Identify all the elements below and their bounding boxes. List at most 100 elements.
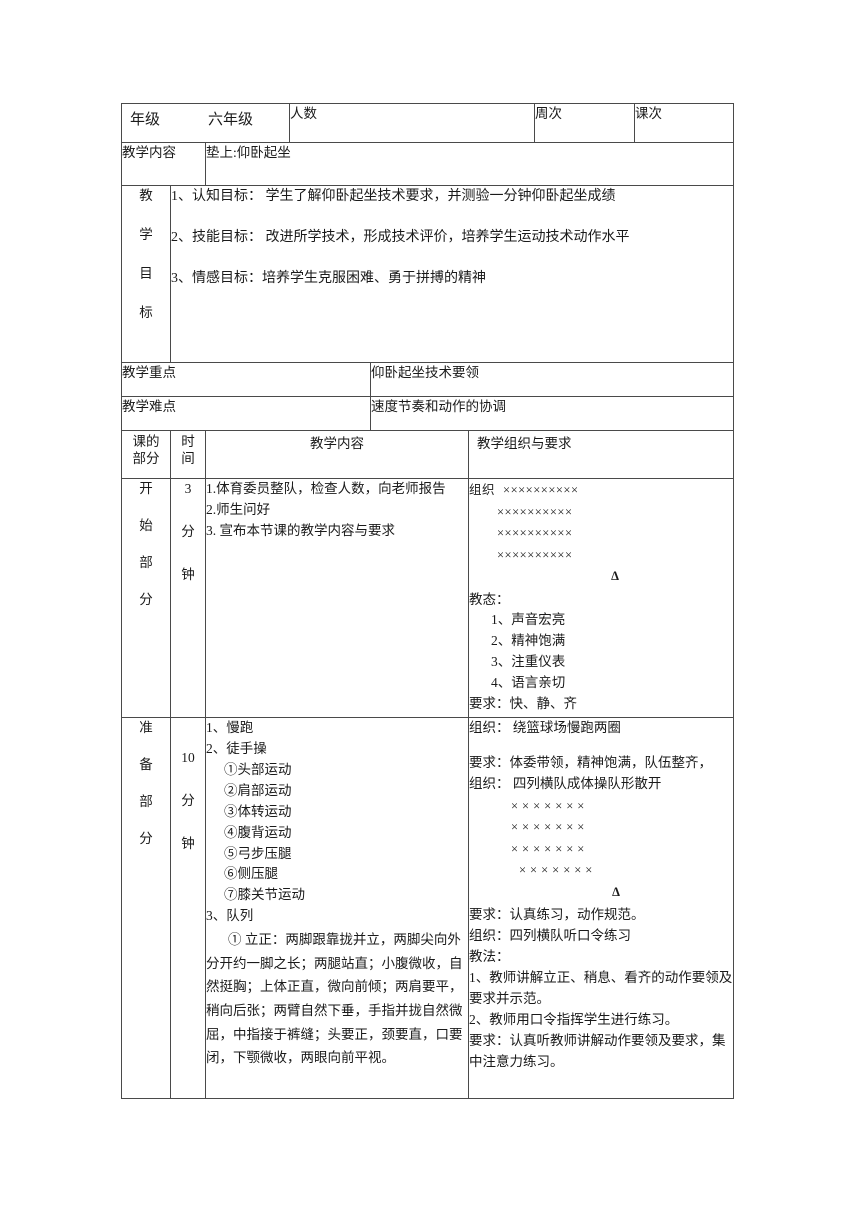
exercise-item: ④腹背运动 [224,824,292,840]
section-organization-prep: 组织： 绕篮球场慢跑两圈 要求：体委带领，精神饱满，队伍整齐， 组织： 四列横队… [467,717,735,1099]
section-name-char: 始 [139,517,153,533]
section-content-prep: 1、慢跑 2、徒手操 ①头部运动 ②肩部运动 ③体转运动 ④腹背运动 ⑤弓步压腿… [205,717,469,1099]
teaching-goals-row: 教 学 目 标 1、认知目标： 学生了解仰卧起坐技术要求，并测验一分钟仰卧起坐成… [121,185,735,363]
goals-list: 1、认知目标： 学生了解仰卧起坐技术要求，并测验一分钟仰卧起坐成绩 2、技能目标… [169,185,735,363]
organization-line: 组织： 四列横队成体操队形散开 [469,775,662,791]
requirement-line: 要求：认真听教师讲解动作要领及要求，集中注意力练习。 [469,1032,726,1069]
exercise-item: ②肩部运动 [224,782,292,798]
formation-row: ××××××× [511,820,589,835]
column-header-part-line2: 部分 [132,450,160,466]
exercise-item: ⑦膝关节运动 [224,887,305,903]
formation-diagram-begin: 组织 ×××××××××× ×××××××××× ×××××××××× ×××××… [469,480,733,588]
attitude-item: 1、声音宏亮 [491,612,566,628]
column-header-organization: 教学组织与要求 [467,430,735,479]
section-name-char: 备 [139,756,153,772]
attitude-item: 3、注重仪表 [491,654,566,670]
column-header-part-line1: 课的 [132,434,160,449]
section-time-char: 分 [181,792,195,808]
key-point-row: 教学重点 仰卧起坐技术要领 [121,362,735,397]
section-name-char: 部 [139,554,153,570]
attitude-label: 教态： [469,591,510,607]
student-count-label: 人数 [290,106,317,121]
goals-label-char-2: 目 [139,265,153,281]
formation-row: ×××××××××× [497,547,573,562]
section-time-char: 10 [181,750,195,765]
organization-line: 组织： 绕篮球场慢跑两圈 [469,720,621,735]
formation-diagram-prep: ××××××× ××××××× ××××××× ××××××× Δ [469,796,733,904]
formation-row: ××××××× [511,841,589,856]
attitude-item: 2、精神饱满 [491,633,566,649]
method-label: 教法： [469,949,510,965]
exercise-item: ⑤弓步压腿 [224,845,292,861]
document-page: 年级 六年级 人数 周次 课次 教学内容 垫上:仰卧起坐 教 学 目 标 1、认… [0,0,860,1216]
week-cell: 周次 [534,103,636,143]
section-name-char: 分 [139,591,153,607]
goals-label-char-3: 标 [139,304,153,320]
exercise-item: ⑥侧压腿 [224,866,278,882]
section-content-begin: 1.体育委员整队，检查人数，向老师报告 2.师生问好 3. 宣布本节课的教学内容… [205,478,469,718]
exercise-item: ①头部运动 [224,761,292,777]
teacher-position-marker: Δ [611,569,619,583]
section-name-char: 开 [139,481,153,496]
formation-row: 组织 ×××××××××× [469,480,733,502]
column-header-teaching-content: 教学内容 [205,430,469,479]
requirement-line: 要求：认真练习，动作规范。 [469,907,645,923]
teacher-position-marker: Δ [612,884,620,899]
difficulty-value: 速度节奏和动作的协调 [369,396,735,431]
formation-row: ××××××× [511,798,589,813]
lesson-plan-table: 年级 六年级 人数 周次 课次 教学内容 垫上:仰卧起坐 教 学 目 标 1、认… [121,103,735,1099]
grade-value: 六年级 [208,112,254,128]
goal-item: 1、认知目标： 学生了解仰卧起坐技术要求，并测验一分钟仰卧起坐成绩 [171,189,616,204]
formation-row: ××××××× [519,863,597,878]
formation-marks: ×××××××××× [503,483,579,497]
section-name-prep: 准 备 部 分 [121,717,171,1099]
exercise-item: ③体转运动 [224,803,292,819]
section-organization-begin: 组织 ×××××××××× ×××××××××× ×××××××××× ×××××… [467,478,735,718]
requirement-line: 要求：快、静、齐 [469,696,577,712]
method-item: 1、教师讲解立正、稍息、看齐的动作要领及要求并示范。 [469,970,733,1006]
key-point-label: 教学重点 [121,362,371,397]
attitude-item: 4、语言亲切 [491,675,566,691]
requirement-line: 要求：体委带领，精神饱满，队伍整齐， [469,754,712,770]
drill-paragraph: ① 立正：两脚跟靠拢并立，两脚尖向外分开约一脚之长；两腿站直；小腹微收，自然挺胸… [206,932,463,1066]
content-line: 3. 宣布本节课的教学内容与要求 [206,522,395,538]
student-count-cell: 人数 [288,103,536,143]
goal-item: 3、情感目标：培养学生克服困难、勇于拼搏的精神 [171,271,486,286]
goals-label-char-0: 教 [139,188,153,203]
section-time-char: 钟 [181,835,195,851]
section-column-header-row: 课的 部分 时 间 教学内容 教学组织与要求 [121,430,735,479]
section-time-char: 钟 [181,566,195,582]
content-line: 1、慢跑 [206,720,254,735]
formation-label: 组织 [469,483,496,497]
formation-row: ×××××××××× [497,526,573,540]
teaching-content-row: 教学内容 垫上:仰卧起坐 [121,142,735,186]
grade-label: 年级 [130,112,161,128]
organization-line: 组织：四列横队听口令练习 [469,928,631,944]
content-line: 1.体育委员整队，检查人数，向老师报告 [206,481,446,496]
teaching-content-label: 教学内容 [121,142,206,186]
goal-item: 2、技能目标： 改进所学技术，形成技术评价，培养学生运动技术动作水平 [171,230,630,245]
week-label: 周次 [535,106,563,121]
column-header-time-line1: 时 [181,434,195,449]
header-row: 年级 六年级 人数 周次 课次 [121,103,735,143]
drill-heading: 3、队列 [206,908,254,924]
section-name-char: 部 [139,793,153,809]
teaching-content-value: 垫上:仰卧起坐 [204,142,735,186]
section-time-begin: 3 分 钟 [170,478,206,718]
column-header-part: 课的 部分 [121,430,171,479]
section-name-begin: 开 始 部 分 [121,478,171,718]
section-time-char: 分 [181,523,195,539]
content-line: 2.师生问好 [206,501,271,517]
section-name-char: 分 [139,830,153,846]
goals-label-char-1: 学 [139,226,153,242]
grade-cell: 年级 六年级 [121,103,290,143]
column-header-time-line2: 间 [181,450,195,466]
content-line: 2、徒手操 [206,740,267,756]
formation-row: ×××××××××× [497,504,573,519]
method-item: 2、教师用口令指挥学生进行练习。 [469,1011,679,1027]
key-point-value: 仰卧起坐技术要领 [369,362,735,397]
goals-label: 教 学 目 标 [121,185,171,363]
section-row-begin: 开 始 部 分 3 分 钟 1.体育委员整队，检查人数，向老师报告 2.师生问好… [121,478,735,718]
period-cell: 课次 [634,103,735,143]
